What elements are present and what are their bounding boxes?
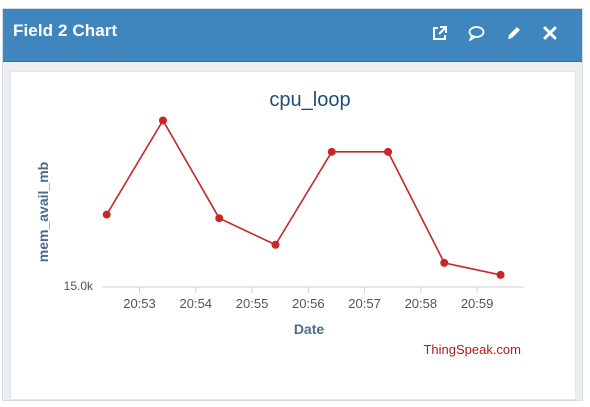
y-axis-label: mem_avail_mb xyxy=(35,162,51,262)
x-ticks: 20:53 20:54 20:55 20:56 20:57 20:58 20:59 xyxy=(123,287,493,311)
data-point[interactable] xyxy=(384,147,393,156)
ytick-label: 15.0k xyxy=(64,279,94,293)
pencil-icon[interactable] xyxy=(503,23,523,43)
x-tick-label: 20:59 xyxy=(461,296,494,311)
close-icon[interactable] xyxy=(540,23,560,43)
line-chart: cpu_loop mem_avail_mb Date 15.0k 20:53 20… xyxy=(35,89,524,357)
panel-title: Field 2 Chart xyxy=(13,21,118,40)
panel-header: Field 2 Chart xyxy=(3,9,582,62)
data-point[interactable] xyxy=(158,116,167,125)
x-tick-label: 20:53 xyxy=(123,296,156,311)
x-axis-label: Date xyxy=(294,321,325,337)
data-point[interactable] xyxy=(102,210,111,219)
data-point[interactable] xyxy=(327,147,336,156)
series-group xyxy=(102,116,505,279)
external-link-icon[interactable] xyxy=(429,23,449,43)
chart-area: cpu_loop mem_avail_mb Date 15.0k 20:53 20… xyxy=(10,71,576,400)
header-actions xyxy=(429,23,560,43)
x-tick-label: 20:55 xyxy=(236,296,269,311)
series-line xyxy=(106,118,501,276)
chart-panel: Field 2 Chart cpu_loop mem_avail_mb Date… xyxy=(2,8,583,401)
data-point[interactable] xyxy=(496,270,505,279)
chart-title: cpu_loop xyxy=(269,89,350,111)
x-tick-label: 20:54 xyxy=(180,296,213,311)
comment-icon[interactable] xyxy=(466,23,486,43)
data-point[interactable] xyxy=(271,240,280,249)
data-point[interactable] xyxy=(215,214,224,223)
x-tick-label: 20:58 xyxy=(405,296,438,311)
x-tick-label: 20:56 xyxy=(292,296,325,311)
data-point[interactable] xyxy=(440,258,449,267)
thingspeak-credit[interactable]: ThingSpeak.com xyxy=(423,342,521,357)
x-tick-label: 20:57 xyxy=(348,296,381,311)
